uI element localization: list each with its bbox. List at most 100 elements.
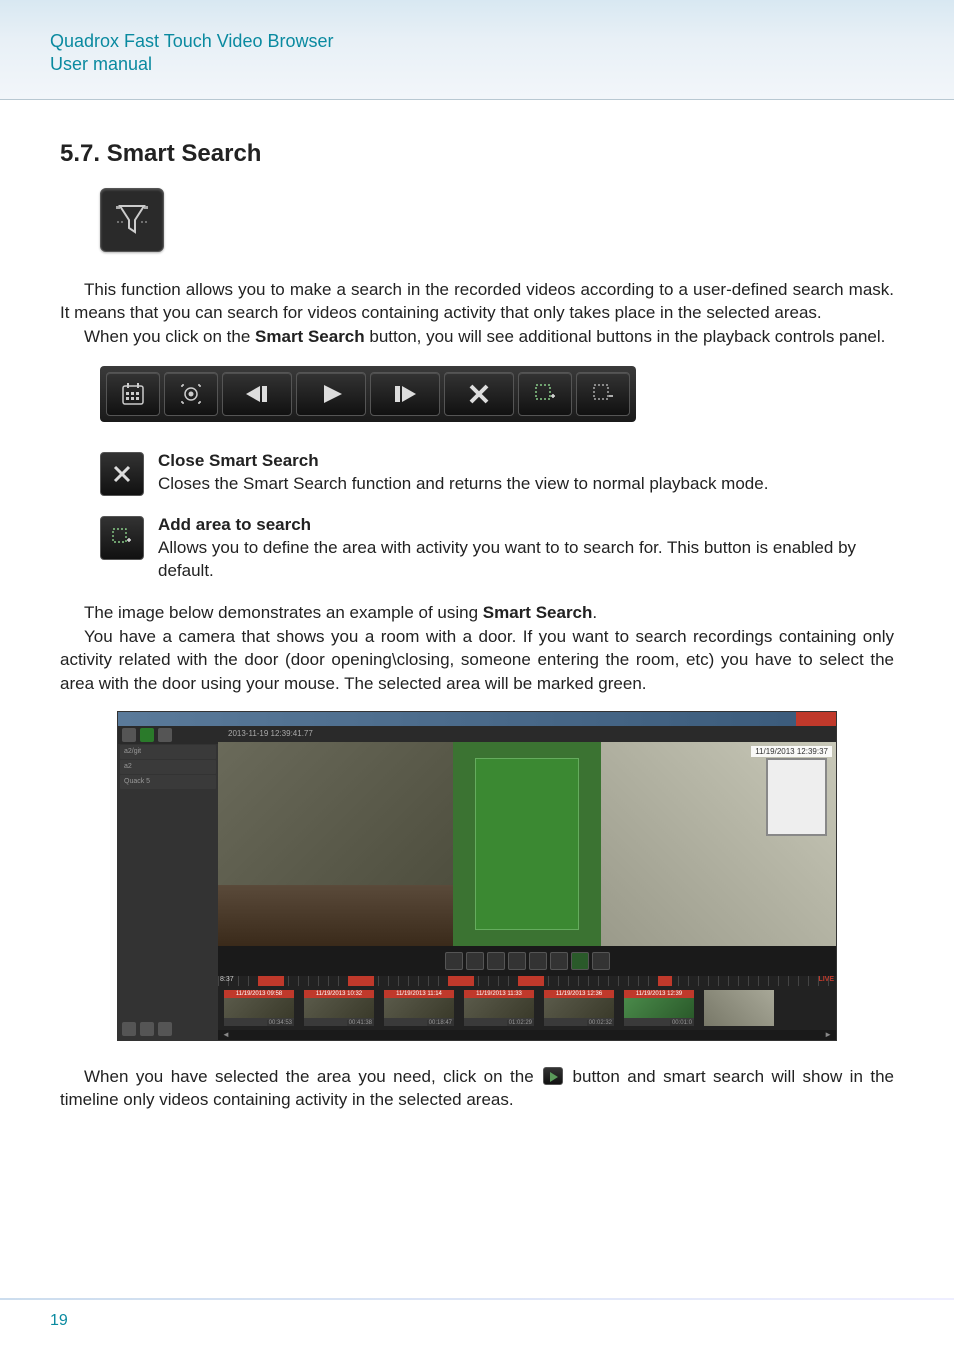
remove-area-icon[interactable] [592, 952, 610, 970]
window-close-button[interactable] [796, 712, 836, 726]
video-viewport[interactable]: 11/19/2013 12:39:37 [218, 742, 836, 946]
remove-area-icon [576, 372, 630, 416]
close-x-icon [444, 372, 514, 416]
activity-marker [658, 976, 672, 986]
calendar-icon [106, 372, 160, 416]
app-sidebar: a2/git a2 Quack 5 [118, 726, 218, 1040]
example-p1-bold: Smart Search [483, 603, 593, 622]
app-timeline: 8:37 LIVE 11/19/2013 09:58 00:34:53 11/19… [218, 976, 836, 1040]
app-playback-controls [218, 946, 836, 976]
step-back-icon [222, 372, 292, 416]
example-p1-pre: The image below demonstrates an example … [84, 603, 483, 622]
footer-divider [0, 1298, 954, 1300]
timeline-thumb[interactable]: 11/19/2013 10:32 00:41:38 [304, 990, 374, 1026]
thumb-duration: 00:41:38 [347, 1020, 374, 1026]
timeline-thumb[interactable]: 11/19/2013 09:58 00:34:53 [224, 990, 294, 1026]
zoom-out-icon[interactable] [140, 1022, 154, 1036]
timeline-ruler[interactable]: 8:37 LIVE [218, 976, 836, 986]
video-timestamp-overlay: 11/19/2013 12:39:37 [751, 746, 832, 757]
page-content: 5.7. Smart Search This function allows y… [0, 100, 954, 1112]
app-titlebar [118, 712, 836, 726]
timeline-thumb[interactable]: 11/19/2013 12:39 00:01:0 [624, 990, 694, 1026]
timeline-scrollbar[interactable]: ◄► [218, 1030, 836, 1040]
room-right-wall [601, 742, 836, 946]
thumb-duration: 00:34:53 [267, 1020, 294, 1026]
thumb-label: 11/19/2013 12:39 [624, 990, 694, 998]
intro-p2-post: button, you will see additional buttons … [365, 327, 886, 346]
intro-p2: When you click on the Smart Search butto… [60, 325, 894, 348]
timeline-thumbnails: 11/19/2013 09:58 00:34:53 11/19/2013 10:3… [218, 986, 836, 1030]
timeline-thumb[interactable]: 11/19/2013 11:14 00:18:47 [384, 990, 454, 1026]
thumb-duration: 00:02:32 [587, 1020, 614, 1026]
page-number: 19 [50, 1312, 68, 1330]
sidebar-item[interactable]: a2 [120, 760, 216, 774]
closing-text: When you have selected the area you need… [60, 1065, 894, 1112]
selected-search-area[interactable] [453, 742, 601, 946]
activity-marker [448, 976, 474, 986]
header-product: Quadrox Fast Touch Video Browser [50, 30, 954, 53]
play-icon [543, 1067, 563, 1085]
feature-close-title: Close Smart Search [158, 450, 768, 473]
timeline-thumb[interactable]: 11/19/2013 11:33 01:02:29 [464, 990, 534, 1026]
room-floor [218, 885, 453, 946]
smart-search-hero-icon [100, 188, 894, 252]
calendar-icon[interactable] [445, 952, 463, 970]
section-number: 5.7. [60, 140, 100, 167]
add-area-icon [518, 372, 572, 416]
closing-pre: When you have selected the area you need… [84, 1067, 541, 1086]
intro-p2-bold: Smart Search [255, 327, 365, 346]
feature-close-desc: Closes the Smart Search function and ret… [158, 474, 768, 493]
example-text: The image below demonstrates an example … [60, 601, 894, 695]
camera-view-icon [164, 372, 218, 416]
step-forward-icon[interactable] [529, 952, 547, 970]
thumb-label: 11/19/2013 09:58 [224, 990, 294, 998]
add-area-icon[interactable] [571, 952, 589, 970]
section-title-text: Smart Search [107, 140, 262, 167]
intro-text: This function allows you to make a searc… [60, 278, 894, 348]
timeline-thumb[interactable]: 11/19/2013 12:36 00:02:32 [544, 990, 614, 1026]
sidebar-item[interactable]: a2/git [120, 745, 216, 759]
example-p2: You have a camera that shows you a room … [60, 625, 894, 695]
header-subtitle: User manual [50, 53, 954, 76]
activity-marker [258, 976, 284, 986]
thumb-label: 11/19/2013 12:36 [544, 990, 614, 998]
app-main-view: 2013-11-19 12:39:41.77 11/19/2013 12:39:… [218, 726, 836, 946]
thumb-duration: 00:01:0 [670, 1020, 694, 1026]
live-indicator: LIVE [818, 976, 834, 983]
step-forward-icon [370, 372, 440, 416]
section-heading: 5.7. Smart Search [60, 140, 894, 168]
example-screenshot: a2/git a2 Quack 5 2013-11-19 12:39:41.77 [117, 711, 837, 1041]
play-icon [296, 372, 366, 416]
door-shape [475, 758, 579, 929]
sidebar-icon[interactable] [158, 1022, 172, 1036]
sidebar-bottom-icons [122, 1022, 172, 1036]
timeline-live-preview [704, 990, 774, 1026]
sidebar-icon[interactable] [158, 728, 172, 742]
sidebar-icon[interactable] [140, 728, 154, 742]
play-icon[interactable] [508, 952, 526, 970]
step-back-icon[interactable] [487, 952, 505, 970]
sidebar-top-icons [118, 726, 218, 744]
feature-close-smart-search: Close Smart Search Closes the Smart Sear… [100, 450, 894, 496]
close-x-icon[interactable] [550, 952, 568, 970]
playback-toolbar [100, 366, 636, 422]
zoom-in-icon[interactable] [122, 1022, 136, 1036]
whiteboard [766, 758, 827, 836]
thumb-duration: 00:18:47 [427, 1020, 454, 1026]
thumb-duration: 01:02:29 [507, 1020, 534, 1026]
thumb-label: 11/19/2013 11:33 [464, 990, 534, 998]
feature-add-title: Add area to search [158, 514, 894, 537]
closing-p: When you have selected the area you need… [60, 1065, 894, 1112]
activity-marker [518, 976, 544, 986]
intro-p2-pre: When you click on the [84, 327, 255, 346]
sidebar-item[interactable]: Quack 5 [120, 775, 216, 789]
example-p1-post: . [592, 603, 597, 622]
thumb-label: 11/19/2013 10:32 [304, 990, 374, 998]
thumb-label: 11/19/2013 11:14 [384, 990, 454, 998]
close-x-icon [100, 452, 144, 496]
camera-view-icon[interactable] [466, 952, 484, 970]
ruler-start-label: 8:37 [220, 976, 234, 983]
timestamp-bar: 2013-11-19 12:39:41.77 [218, 726, 836, 742]
feature-add-area: Add area to search Allows you to define … [100, 514, 894, 583]
sidebar-icon[interactable] [122, 728, 136, 742]
